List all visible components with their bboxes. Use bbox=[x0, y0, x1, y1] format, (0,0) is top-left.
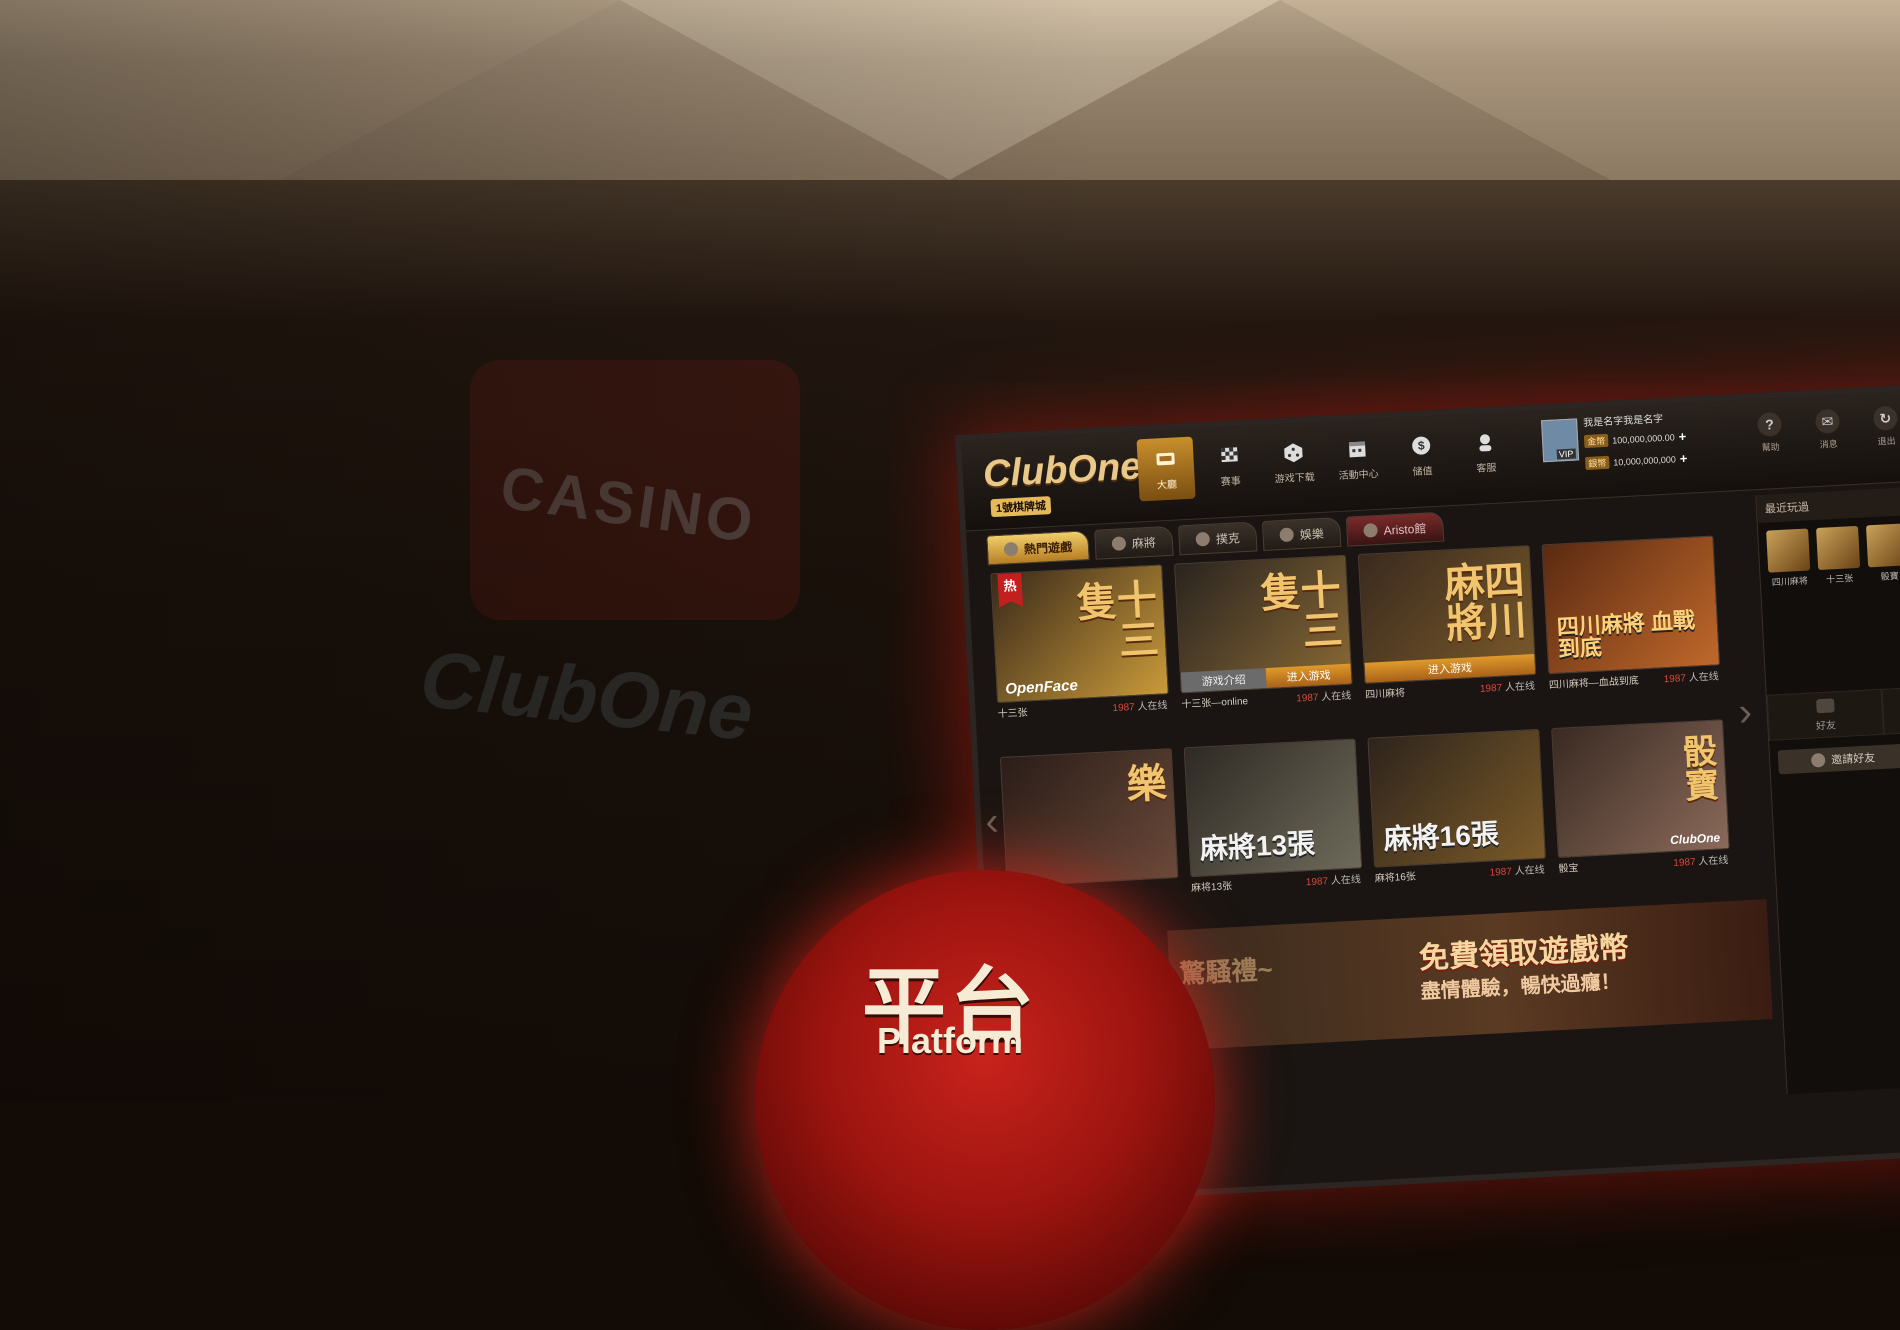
platform-badge-text: 平台 Platform bbox=[0, 0, 1900, 1100]
platform-title-en: Platform bbox=[876, 1020, 1024, 1061]
